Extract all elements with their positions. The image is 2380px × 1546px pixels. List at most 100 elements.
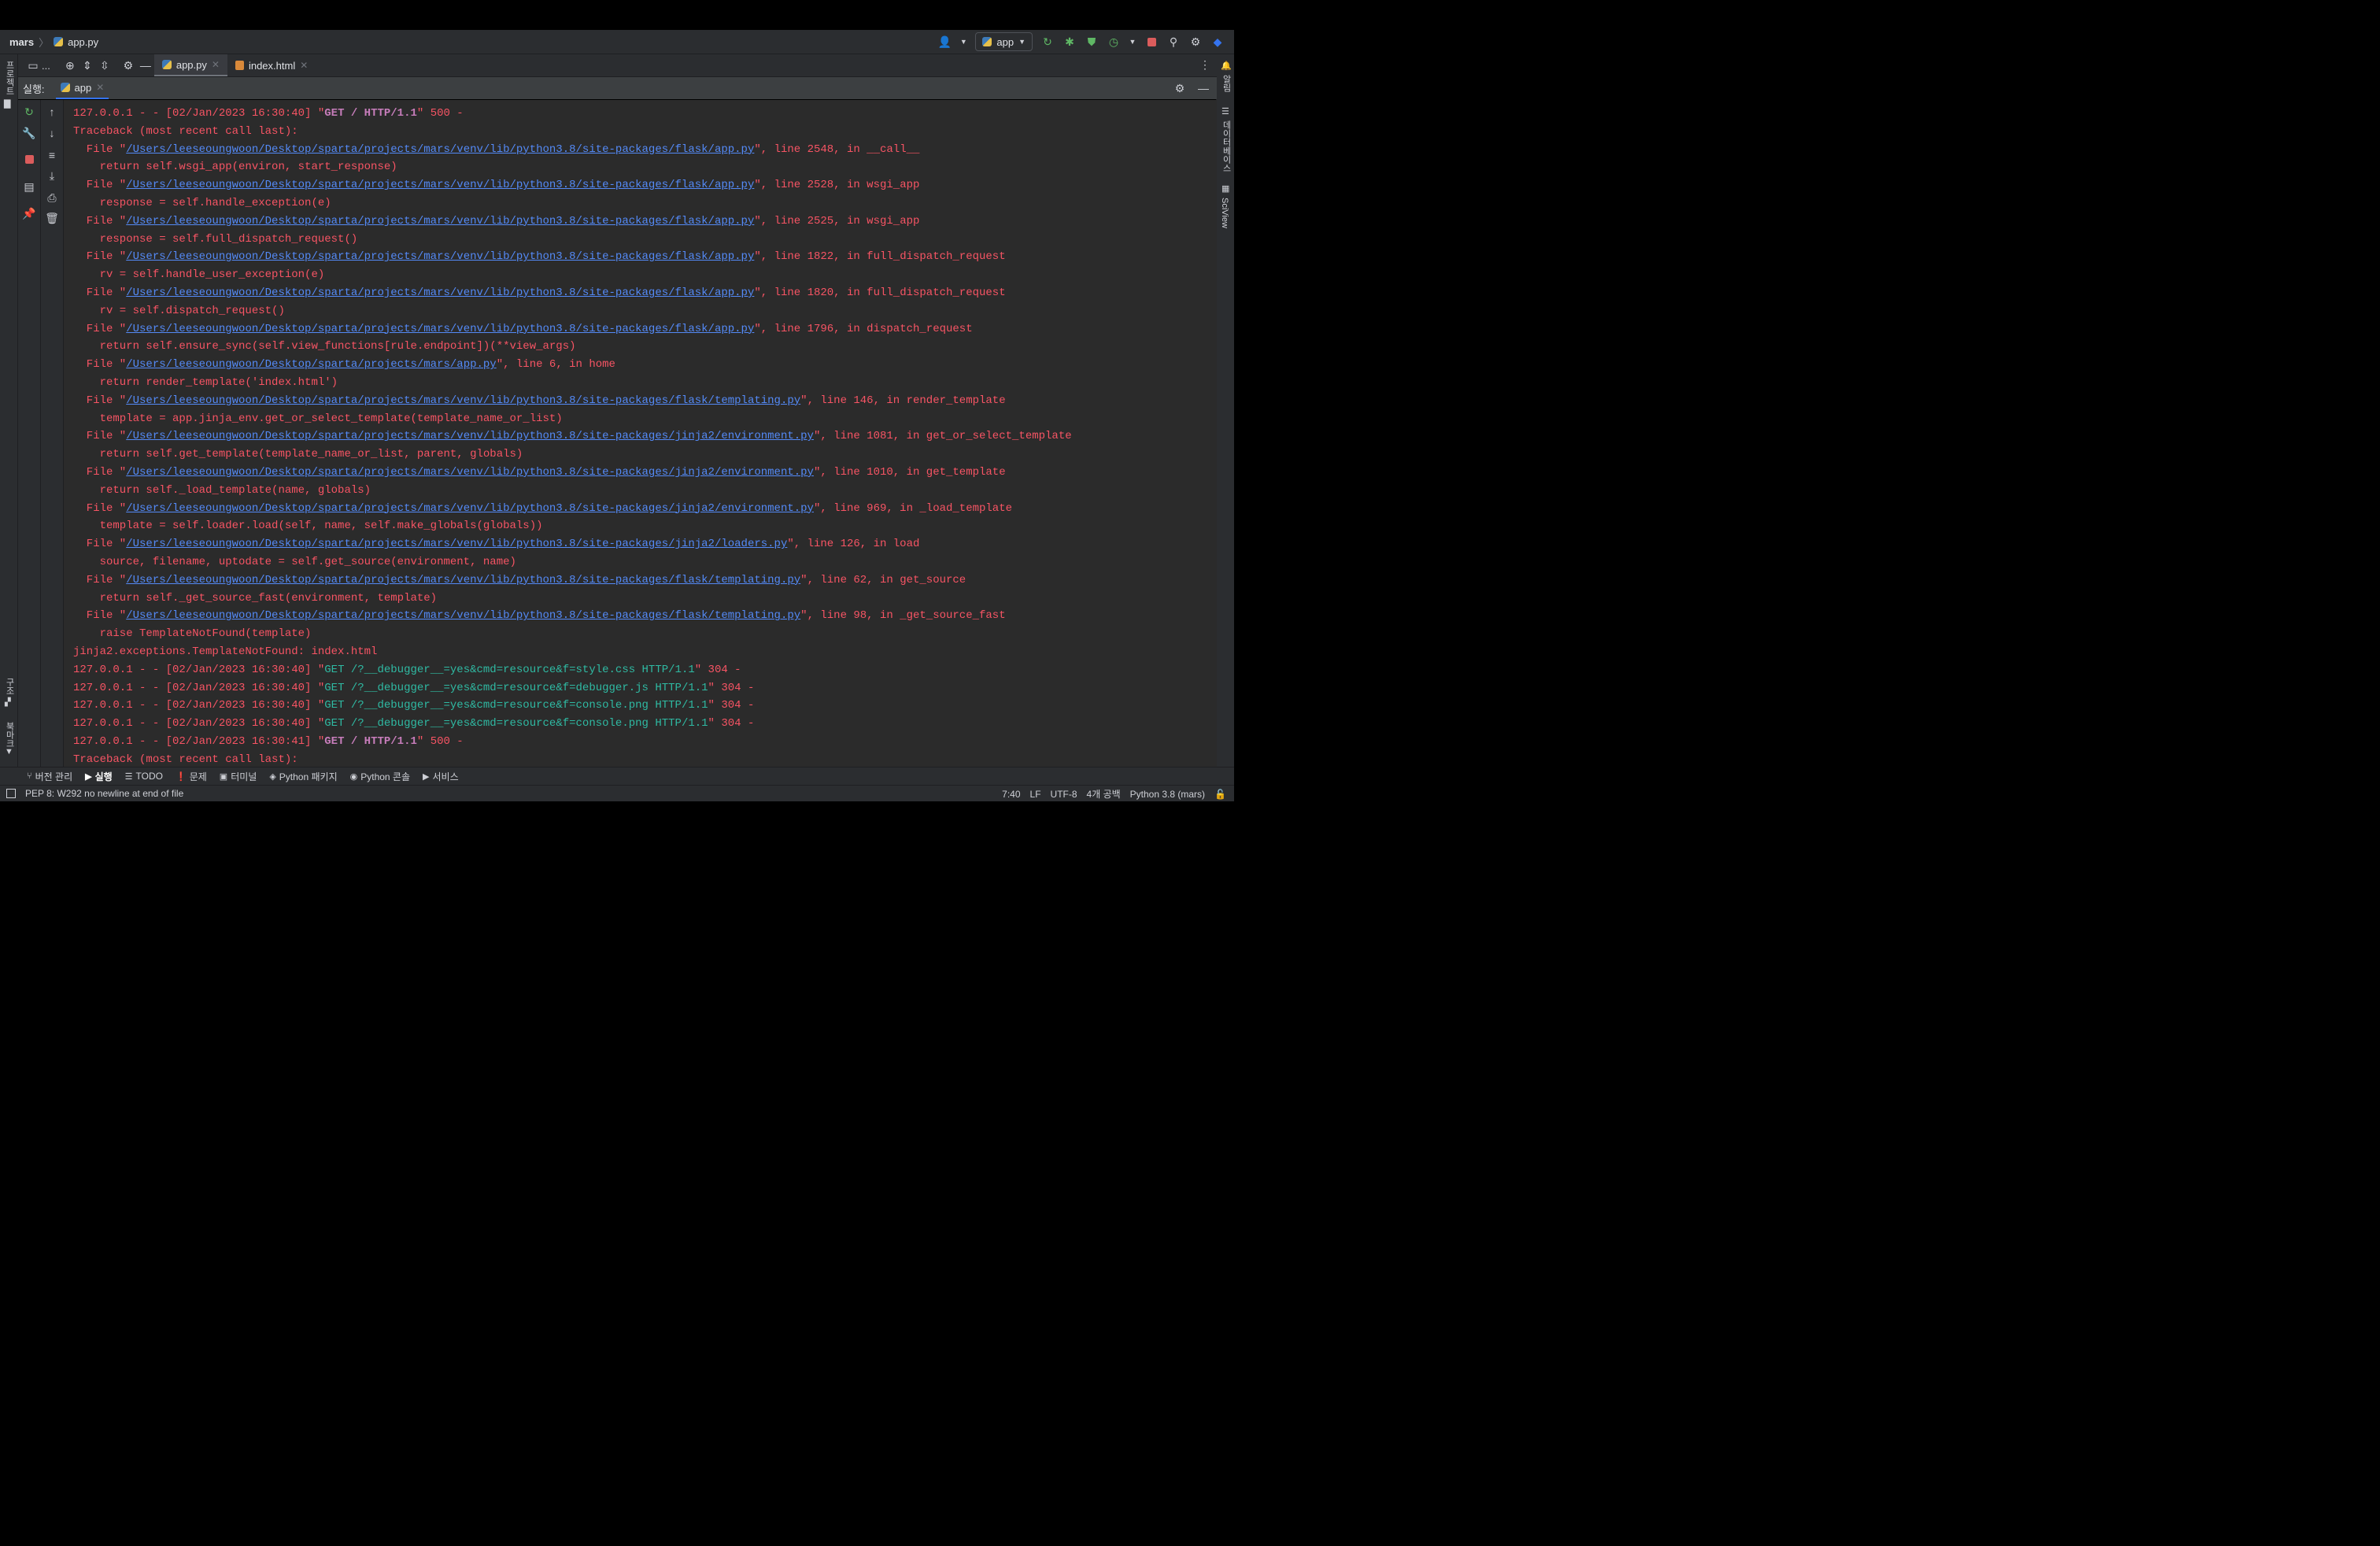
gear-icon[interactable]: ⚙ xyxy=(1173,81,1187,95)
project-view-more[interactable]: ... xyxy=(42,60,50,72)
status-message[interactable]: PEP 8: W292 no newline at end of file xyxy=(0,788,183,799)
search-icon[interactable]: ⚲ xyxy=(1166,35,1181,49)
run-config-label: app xyxy=(996,35,1014,48)
breadcrumb-file[interactable]: app.py xyxy=(68,36,98,48)
status-square-icon[interactable] xyxy=(6,789,16,798)
locate-icon[interactable]: ⊕ xyxy=(61,59,79,72)
console-text: 127.0.0.1 - - [02/Jan/2023 16:30:41] " xyxy=(73,734,325,748)
arrow-down-icon[interactable]: ↓ xyxy=(45,126,59,140)
coverage-icon[interactable]: ⛊ xyxy=(1085,35,1099,49)
hide-icon[interactable]: — xyxy=(137,59,154,72)
file-path-link[interactable]: /Users/leeseoungwoon/Desktop/sparta/proj… xyxy=(126,574,800,586)
file-path-link[interactable]: /Users/leeseoungwoon/Desktop/sparta/proj… xyxy=(126,502,814,515)
file-path-link[interactable]: /Users/leeseoungwoon/Desktop/sparta/proj… xyxy=(126,466,814,479)
file-path-link[interactable]: /Users/leeseoungwoon/Desktop/sparta/proj… xyxy=(126,287,754,299)
pin-icon[interactable]: 📌 xyxy=(22,206,36,220)
file-path-link[interactable]: /Users/leeseoungwoon/Desktop/sparta/proj… xyxy=(126,323,754,335)
branch-icon: ⑂ xyxy=(27,771,32,781)
tool-button-2[interactable]: ☰ TODO xyxy=(120,771,168,782)
right-tool-stripe: 🔔 알림 ☰ 데이터베이스 ▦ SciView xyxy=(1216,54,1234,767)
gear-icon[interactable]: ⚙ xyxy=(120,59,137,72)
toolbar-right: 👤 ▼ app ▼ ↻ ✱ ⛊ ◷ ▼ ⚲ ⚙ ◆ xyxy=(937,30,1225,54)
close-icon[interactable]: ✕ xyxy=(212,59,220,70)
hide-icon[interactable]: — xyxy=(1196,81,1210,95)
window-icon[interactable]: ▭ xyxy=(24,59,42,72)
run-config-selector[interactable]: app ▼ xyxy=(975,32,1033,51)
rerun-icon[interactable]: ↻ xyxy=(22,105,36,119)
indent-setting[interactable]: 4개 공백 xyxy=(1087,787,1121,801)
tool-button-3[interactable]: ❗ 문제 xyxy=(171,770,212,783)
jetbrains-logo-icon[interactable]: ◆ xyxy=(1210,35,1225,49)
line-ending[interactable]: LF xyxy=(1030,789,1041,800)
notifications-tool-button[interactable]: 알림 xyxy=(1220,75,1232,92)
folder-icon[interactable]: ▇ xyxy=(4,98,10,109)
file-path-link[interactable]: /Users/leeseoungwoon/Desktop/sparta/proj… xyxy=(126,430,814,442)
bookmark-icon: ▼ xyxy=(5,747,13,756)
structure-tool-button[interactable]: 구조 xyxy=(3,678,16,695)
user-icon[interactable]: 👤 xyxy=(937,35,952,49)
lock-icon[interactable]: 🔓 xyxy=(1214,789,1226,800)
python-file-icon xyxy=(54,37,64,46)
tool-button-7[interactable]: ▶ 서비스 xyxy=(418,770,464,783)
tool-button-0[interactable]: ⑂ 버전 관리 xyxy=(22,770,77,783)
debug-bug-icon[interactable]: ✱ xyxy=(1062,35,1077,49)
console-output[interactable]: 127.0.0.1 - - [02/Jan/2023 16:30:40] "GE… xyxy=(73,105,1207,764)
editor-tab-app-py[interactable]: app.py ✕ xyxy=(153,54,227,76)
scroll-to-end-icon[interactable]: ⤓ xyxy=(45,168,59,183)
profile-icon[interactable]: ◷ xyxy=(1107,35,1121,49)
window-titlebar xyxy=(0,0,1234,30)
sciview-tool-button[interactable]: SciView xyxy=(1220,198,1229,228)
tool-button-6[interactable]: ◉ Python 콘솔 xyxy=(346,770,415,783)
tool-button-4[interactable]: ▣ 터미널 xyxy=(215,770,262,783)
soft-wrap-icon[interactable]: ≡ xyxy=(45,148,59,162)
file-path-link[interactable]: /Users/leeseoungwoon/Desktop/sparta/proj… xyxy=(126,143,754,156)
file-path-link[interactable]: /Users/leeseoungwoon/Desktop/sparta/proj… xyxy=(126,215,754,227)
console-text: Traceback (most recent call last): xyxy=(73,124,298,138)
console-line: return self._get_source_fast(environment… xyxy=(73,590,1207,608)
arrow-up-icon[interactable]: ↑ xyxy=(45,105,59,119)
file-encoding[interactable]: UTF-8 xyxy=(1051,789,1077,800)
console-actions-gutter: ↑ ↓ ≡ ⤓ ⎙ 🗑 xyxy=(41,100,64,767)
editor-tab-index-html[interactable]: index.html ✕ xyxy=(227,54,316,76)
file-path-link[interactable]: /Users/leeseoungwoon/Desktop/sparta/proj… xyxy=(126,609,800,622)
rerun-icon[interactable]: ↻ xyxy=(1040,35,1055,49)
run-tab-app[interactable]: app ✕ xyxy=(55,77,109,99)
run-icon: ▶ xyxy=(85,771,92,782)
tool-button-label: 문제 xyxy=(189,771,207,782)
gear-icon[interactable]: ⚙ xyxy=(1188,35,1203,49)
breadcrumb-project[interactable]: mars xyxy=(9,36,34,48)
file-path-link[interactable]: /Users/leeseoungwoon/Desktop/sparta/proj… xyxy=(126,179,754,191)
tool-button-5[interactable]: ◈ Python 패키지 xyxy=(264,770,342,783)
stop-icon[interactable] xyxy=(22,152,36,166)
project-tool-button[interactable]: 프로젝트 xyxy=(3,61,16,95)
file-path-link[interactable]: /Users/leeseoungwoon/Desktop/sparta/proj… xyxy=(126,538,787,550)
console-text: 127.0.0.1 - - [02/Jan/2023 16:30:40] " xyxy=(73,699,325,712)
chevron-down-icon[interactable]: ▼ xyxy=(1129,35,1136,49)
collapse-all-icon[interactable]: ⇳ xyxy=(96,59,113,72)
python-icon: ◉ xyxy=(349,771,358,782)
file-path-link[interactable]: /Users/leeseoungwoon/Desktop/sparta/proj… xyxy=(126,250,754,263)
file-path-link[interactable]: /Users/leeseoungwoon/Desktop/sparta/proj… xyxy=(126,358,496,371)
more-vertical-icon[interactable]: ⋮ xyxy=(1199,58,1210,72)
print-icon[interactable]: ⎙ xyxy=(45,190,59,205)
console-text: ", line 1081, in get_or_select_template xyxy=(813,430,1072,443)
close-icon[interactable]: ✕ xyxy=(300,60,308,71)
console-line: jinja2.exceptions.TemplateNotFound: inde… xyxy=(73,643,1207,661)
layout-icon[interactable]: ▤ xyxy=(22,179,36,194)
wrench-icon[interactable]: 🔧 xyxy=(22,126,36,140)
chevron-down-icon[interactable]: ▼ xyxy=(959,35,967,49)
caret-position[interactable]: 7:40 xyxy=(1002,789,1020,800)
python-interpreter[interactable]: Python 3.8 (mars) xyxy=(1130,789,1205,800)
close-icon[interactable]: ✕ xyxy=(96,82,104,93)
console-line: raise TemplateNotFound(template) xyxy=(73,625,1207,643)
console-line: return render_template('index.html') xyxy=(73,374,1207,392)
console-line: rv = self.dispatch_request() xyxy=(73,302,1207,320)
expand-all-icon[interactable]: ⇕ xyxy=(79,59,96,72)
stop-icon[interactable] xyxy=(1144,35,1159,49)
tool-button-1[interactable]: ▶ 실행 xyxy=(80,770,117,783)
trash-icon[interactable]: 🗑 xyxy=(45,211,59,225)
console-line: File "/Users/leeseoungwoon/Desktop/spart… xyxy=(73,607,1207,625)
bookmarks-tool-button[interactable]: 북마크 xyxy=(3,722,16,748)
file-path-link[interactable]: /Users/leeseoungwoon/Desktop/sparta/proj… xyxy=(126,394,800,407)
database-tool-button[interactable]: 데이터베이스 xyxy=(1220,120,1232,172)
